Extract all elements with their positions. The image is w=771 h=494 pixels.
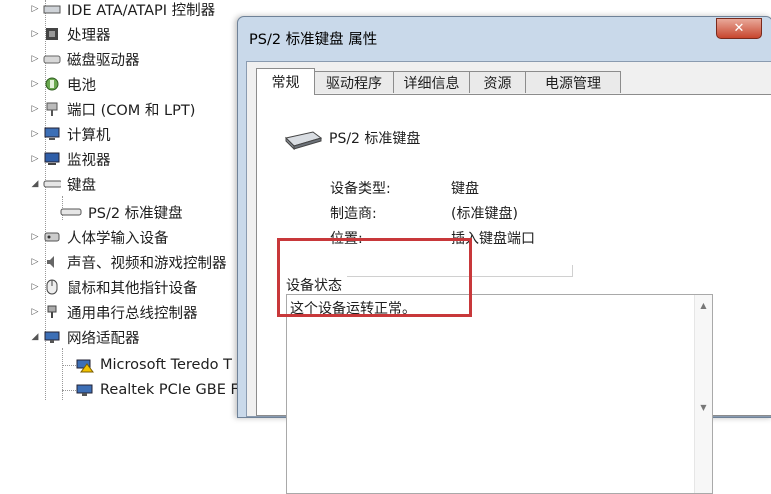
tree-guide-line [62, 390, 76, 391]
computer-icon [43, 126, 61, 142]
expand-arrow-icon[interactable]: ▷ [30, 79, 40, 89]
tree-item-label: 通用串行总线控制器 [67, 305, 198, 322]
status-textbox[interactable]: 这个设备运转正常。 ▲ ▼ [286, 294, 713, 494]
collapse-arrow-icon[interactable]: ◢ [30, 179, 40, 189]
manufacturer-value: (标准键盘) [451, 206, 518, 222]
tree-item-keyboard[interactable]: ◢ 键盘 [30, 172, 96, 196]
tree-item-ide-controller[interactable]: ▷ IDE ATA/ATAPI 控制器 [30, 0, 216, 21]
close-button[interactable]: ✕ [716, 18, 762, 39]
tree-item-realtek[interactable]: Realtek PCIe GBE F [76, 378, 239, 402]
tab-general[interactable]: 常规 [256, 68, 315, 95]
tab-details[interactable]: 详细信息 [393, 71, 470, 93]
status-group-label: 设备状态 [286, 278, 342, 294]
tree-item-disk-drive[interactable]: ▷ 磁盘驱动器 [30, 47, 140, 71]
expand-arrow-icon[interactable]: ▷ [30, 104, 40, 114]
tree-item-label: 键盘 [67, 177, 96, 194]
tree-item-label: 网络适配器 [67, 330, 140, 347]
location-value: 插入键盘端口 [451, 231, 535, 247]
expand-arrow-icon[interactable]: ▷ [30, 4, 40, 14]
tree-item-label: Realtek PCIe GBE F [100, 382, 239, 398]
tree-item-processor[interactable]: ▷ 处理器 [30, 22, 111, 46]
expand-arrow-icon[interactable]: ▷ [30, 129, 40, 139]
keyboard-device-icon [60, 204, 82, 220]
close-icon: ✕ [733, 21, 745, 36]
expand-arrow-icon[interactable]: ▷ [30, 257, 40, 267]
tree-item-network-adapters[interactable]: ◢ 网络适配器 [30, 325, 140, 349]
tree-item-label: 声音、视频和游戏控制器 [67, 255, 227, 272]
dialog-client-area: 常规 驱动程序 详细信息 资源 电源管理 PS/2 标准键盘 设备类型: 键盘 … [246, 61, 771, 494]
tree-item-label: 端口 (COM 和 LPT) [67, 102, 196, 119]
title-bar[interactable]: PS/2 标准键盘 属性 ✕ [238, 17, 771, 61]
network-adapter-icon [43, 329, 61, 345]
status-scrollbar[interactable]: ▲ ▼ [694, 295, 712, 493]
tree-item-label: 磁盘驱动器 [67, 52, 140, 69]
keyboard-icon [283, 128, 323, 151]
tree-item-ports[interactable]: ▷ 端口 (COM 和 LPT) [30, 97, 195, 121]
disk-drive-icon [43, 51, 61, 67]
mouse-icon [43, 279, 61, 295]
tab-power-management[interactable]: 电源管理 [525, 71, 621, 93]
status-text: 这个设备运转正常。 [290, 301, 416, 317]
tree-item-mouse[interactable]: ▷ 鼠标和其他指针设备 [30, 275, 198, 299]
expand-arrow-icon[interactable]: ▷ [30, 29, 40, 39]
location-label: 位置: [330, 231, 363, 247]
tab-label: 常规 [271, 75, 300, 91]
expand-arrow-icon[interactable]: ▷ [30, 54, 40, 64]
battery-icon [43, 76, 61, 92]
tree-item-usb[interactable]: ▷ 通用串行总线控制器 [30, 300, 198, 324]
tree-item-label: 鼠标和其他指针设备 [67, 280, 198, 297]
port-icon [43, 101, 61, 117]
properties-dialog: PS/2 标准键盘 属性 ✕ 常规 驱动程序 详细信息 资源 电源管理 PS/2… [237, 16, 771, 494]
device-name: PS/2 标准键盘 [329, 131, 421, 147]
tree-item-label: 计算机 [67, 127, 111, 144]
tab-label: 驱动程序 [326, 75, 382, 92]
tree-guide-line [62, 348, 63, 400]
scroll-up-icon[interactable]: ▲ [695, 301, 712, 310]
sound-icon [43, 254, 61, 270]
tree-item-computer[interactable]: ▷ 计算机 [30, 122, 111, 146]
device-tree: ▷ IDE ATA/ATAPI 控制器 ▷ 处理器 ▷ 磁盘驱动器 ▷ 电池 ▷… [0, 0, 250, 400]
expand-arrow-icon[interactable]: ▷ [30, 154, 40, 164]
monitor-icon [43, 151, 61, 167]
warning-network-icon [76, 357, 94, 373]
expand-arrow-icon[interactable]: ▷ [30, 282, 40, 292]
expand-arrow-icon[interactable]: ▷ [30, 307, 40, 317]
general-tab-panel: PS/2 标准键盘 设备类型: 键盘 制造商: (标准键盘) 位置: 插入键盘端… [256, 94, 771, 494]
manufacturer-label: 制造商: [330, 206, 377, 222]
tree-item-monitor[interactable]: ▷ 监视器 [30, 147, 111, 171]
tree-item-battery[interactable]: ▷ 电池 [30, 72, 96, 96]
tab-resources[interactable]: 资源 [469, 71, 526, 93]
tree-item-sound[interactable]: ▷ 声音、视频和游戏控制器 [30, 250, 227, 274]
scroll-down-icon[interactable]: ▼ [695, 403, 712, 412]
dialog-title: PS/2 标准键盘 属性 [249, 32, 378, 48]
device-type-value: 键盘 [451, 181, 479, 197]
hid-icon [43, 229, 61, 245]
tree-item-label: 处理器 [67, 27, 111, 44]
tree-item-label: 电池 [67, 77, 96, 94]
network-card-icon [76, 382, 94, 398]
tree-item-hid[interactable]: ▷ 人体学输入设备 [30, 225, 169, 249]
tab-label: 详细信息 [403, 75, 460, 92]
tab-driver[interactable]: 驱动程序 [314, 71, 394, 93]
status-group-line [347, 276, 573, 277]
status-group-line [572, 265, 573, 276]
tree-item-label: PS/2 标准键盘 [88, 205, 183, 222]
tree-item-label: 监视器 [67, 152, 111, 169]
processor-icon [43, 26, 61, 42]
tree-item-label: 人体学输入设备 [67, 230, 169, 247]
tab-label: 电源管理 [545, 75, 601, 92]
collapse-arrow-icon[interactable]: ◢ [30, 332, 40, 342]
tree-item-ps2-keyboard[interactable]: PS/2 标准键盘 [60, 200, 183, 224]
tab-label: 资源 [483, 75, 512, 92]
tree-item-label: IDE ATA/ATAPI 控制器 [67, 2, 216, 19]
keyboard-icon [43, 176, 61, 192]
tree-guide-line [62, 365, 76, 366]
tree-item-label: Microsoft Teredo T [100, 357, 233, 373]
expand-arrow-icon[interactable]: ▷ [30, 232, 40, 242]
ide-controller-icon [43, 1, 61, 17]
device-type-label: 设备类型: [330, 181, 391, 197]
usb-icon [43, 304, 61, 320]
tree-item-teredo[interactable]: Microsoft Teredo T [76, 353, 232, 377]
